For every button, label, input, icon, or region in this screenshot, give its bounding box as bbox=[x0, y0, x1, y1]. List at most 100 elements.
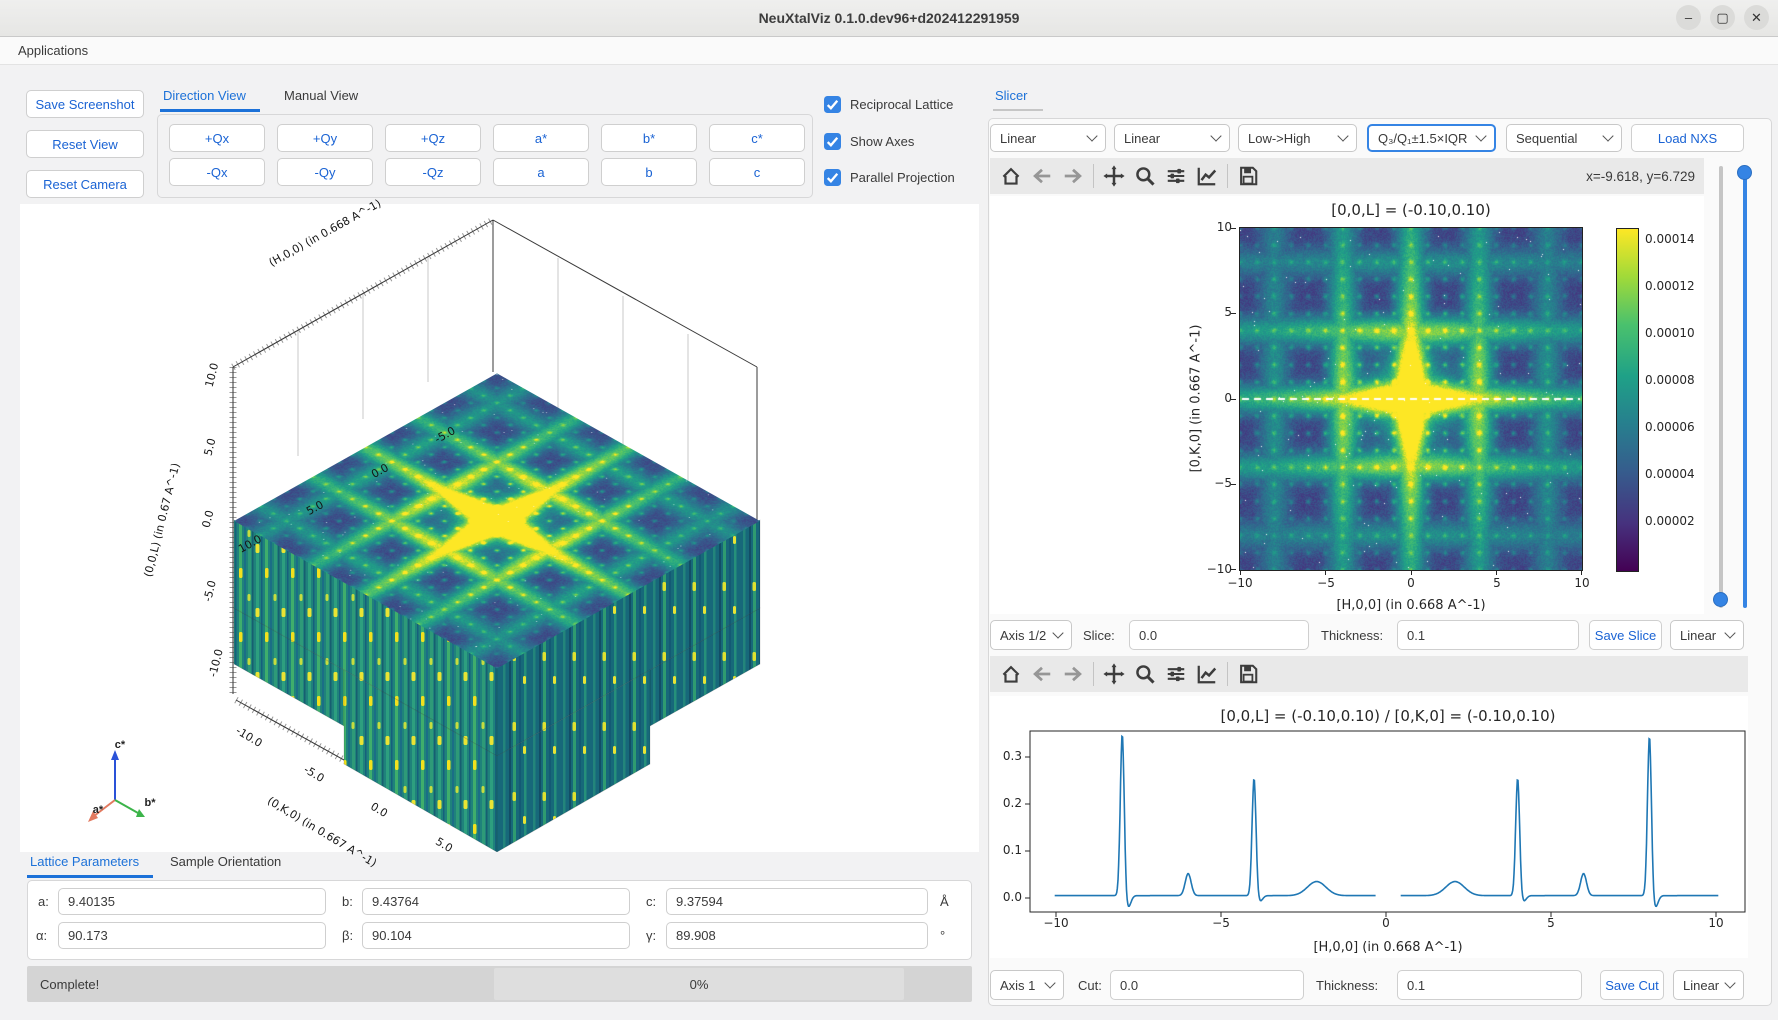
a-button[interactable]: a bbox=[493, 158, 589, 186]
customize-plot-icon[interactable] bbox=[1196, 663, 1218, 685]
cut-scale-dropdown[interactable]: Linear bbox=[1114, 124, 1230, 152]
cut-linear-dropdown[interactable]: Linear bbox=[1673, 970, 1744, 1000]
a-label: a: bbox=[38, 888, 49, 915]
clim-method-dropdown[interactable]: Q₃/Q₁±1.5×IQR bbox=[1367, 124, 1496, 152]
menu-bar bbox=[0, 37, 1778, 65]
c-star-button[interactable]: c* bbox=[709, 124, 805, 152]
b-label: b: bbox=[342, 888, 353, 915]
tab-manual-view[interactable]: Manual View bbox=[284, 88, 358, 103]
c-field[interactable]: 9.37594 bbox=[666, 888, 928, 915]
progress-value: 0% bbox=[494, 968, 904, 1000]
plus-qy-button[interactable]: +Qy bbox=[277, 124, 373, 152]
save-slice-button[interactable]: Save Slice bbox=[1589, 620, 1662, 650]
slice-ytick: 10 bbox=[1194, 220, 1232, 234]
cut-value-input[interactable]: 0.0 bbox=[1110, 970, 1304, 1000]
cut-thickness-input[interactable]: 0.1 bbox=[1397, 970, 1582, 1000]
back-icon[interactable] bbox=[1031, 165, 1053, 187]
color-min-slider-handle[interactable] bbox=[1713, 592, 1728, 607]
alpha-label: α: bbox=[36, 922, 47, 949]
alpha-field[interactable]: 90.173 bbox=[58, 922, 326, 949]
subplot-settings-icon[interactable] bbox=[1165, 663, 1187, 685]
gamma-field[interactable]: 89.908 bbox=[666, 922, 928, 949]
tab-direction-view[interactable]: Direction View bbox=[163, 88, 246, 103]
c-button[interactable]: c bbox=[709, 158, 805, 186]
b-field[interactable]: 9.43764 bbox=[362, 888, 630, 915]
slice-scale-dropdown[interactable]: Linear bbox=[990, 124, 1106, 152]
slice-linear-dropdown[interactable]: Linear bbox=[1670, 620, 1744, 650]
tick bbox=[1231, 569, 1236, 570]
reset-view-button[interactable]: Reset View bbox=[26, 130, 144, 158]
b-button[interactable]: b bbox=[601, 158, 697, 186]
plus-qx-button[interactable]: +Qx bbox=[169, 124, 265, 152]
color-min-slider[interactable] bbox=[1719, 166, 1723, 608]
color-max-slider-handle[interactable] bbox=[1737, 165, 1752, 180]
length-unit-label: Å bbox=[940, 888, 949, 915]
subplot-settings-icon[interactable] bbox=[1165, 165, 1187, 187]
forward-icon[interactable] bbox=[1062, 663, 1084, 685]
cut-xtick: 5 bbox=[1531, 916, 1571, 930]
angle-unit-label: ° bbox=[940, 922, 945, 949]
c-label: c: bbox=[646, 888, 656, 915]
reset-camera-button[interactable]: Reset Camera bbox=[26, 170, 144, 198]
tick bbox=[1581, 570, 1582, 575]
save-screenshot-button[interactable]: Save Screenshot bbox=[26, 90, 144, 118]
cut-axis-dropdown[interactable]: Axis 1 bbox=[990, 970, 1064, 1000]
customize-plot-icon[interactable] bbox=[1196, 165, 1218, 187]
chevron-down-icon bbox=[1602, 130, 1613, 141]
close-button[interactable]: ✕ bbox=[1744, 5, 1769, 30]
colorbar-tick: 0.00006 bbox=[1645, 420, 1695, 434]
chevron-down-icon bbox=[1052, 627, 1063, 638]
pan-icon[interactable] bbox=[1103, 663, 1125, 685]
a-field[interactable]: 9.40135 bbox=[58, 888, 326, 915]
slice-xtick: 5 bbox=[1477, 576, 1517, 590]
viewport-3d[interactable]: 10.0 5.0 0.0 -5.0 (H,0,0) (in 0.668 A^-1… bbox=[20, 204, 979, 852]
load-nxs-button[interactable]: Load NXS bbox=[1631, 124, 1744, 152]
parallel-projection-checkbox[interactable] bbox=[824, 169, 841, 186]
zoom-icon[interactable] bbox=[1134, 663, 1156, 685]
tab-sample-orientation[interactable]: Sample Orientation bbox=[170, 854, 281, 869]
chevron-down-icon bbox=[1475, 130, 1486, 141]
colormap-type-dropdown[interactable]: Sequential bbox=[1506, 124, 1622, 152]
tick bbox=[1231, 228, 1236, 229]
tab-lattice-parameters[interactable]: Lattice Parameters bbox=[30, 854, 139, 869]
maximize-button[interactable]: ▢ bbox=[1710, 5, 1735, 30]
home-icon[interactable] bbox=[1000, 663, 1022, 685]
tick bbox=[1411, 570, 1412, 575]
title-bar[interactable]: NeuXtalViz 0.1.0.dev96+d202412291959 bbox=[0, 0, 1778, 37]
forward-icon[interactable] bbox=[1062, 165, 1084, 187]
tab-slicer[interactable]: Slicer bbox=[995, 88, 1028, 103]
a-star-label: a* bbox=[93, 804, 104, 816]
save-figure-icon[interactable] bbox=[1237, 663, 1259, 685]
color-max-slider[interactable] bbox=[1743, 166, 1747, 608]
tick bbox=[1240, 570, 1241, 575]
menu-applications[interactable]: Applications bbox=[12, 37, 94, 64]
tab-slicer-underline bbox=[993, 109, 1043, 111]
home-icon[interactable] bbox=[1000, 165, 1022, 187]
show-axes-checkbox[interactable] bbox=[824, 133, 841, 150]
reciprocal-lattice-checkbox[interactable] bbox=[824, 96, 841, 113]
minus-qy-button[interactable]: -Qy bbox=[277, 158, 373, 186]
back-icon[interactable] bbox=[1031, 663, 1053, 685]
minimize-button[interactable]: – bbox=[1676, 5, 1701, 30]
minus-qx-button[interactable]: -Qx bbox=[169, 158, 265, 186]
slice-heatmap[interactable] bbox=[1239, 227, 1583, 571]
cut-plot-toolbar bbox=[990, 656, 1748, 692]
slice-axis-dropdown[interactable]: Axis 1/2 bbox=[990, 620, 1072, 650]
slice-thickness-input[interactable]: 0.1 bbox=[1397, 620, 1579, 650]
minus-qz-button[interactable]: -Qz bbox=[385, 158, 481, 186]
sort-order-dropdown[interactable]: Low->High bbox=[1238, 124, 1357, 152]
toolbar-separator bbox=[1093, 662, 1094, 686]
pan-icon[interactable] bbox=[1103, 165, 1125, 187]
b-star-button[interactable]: b* bbox=[601, 124, 697, 152]
chevron-down-icon bbox=[1044, 977, 1055, 988]
tab-lattice-underline bbox=[27, 875, 153, 878]
zoom-icon[interactable] bbox=[1134, 165, 1156, 187]
save-figure-icon[interactable] bbox=[1237, 165, 1259, 187]
a-star-button[interactable]: a* bbox=[493, 124, 589, 152]
chevron-down-icon bbox=[1724, 627, 1735, 638]
beta-field[interactable]: 90.104 bbox=[362, 922, 630, 949]
slice-value-input[interactable]: 0.0 bbox=[1129, 620, 1309, 650]
neuxtalviz-window: NeuXtalViz 0.1.0.dev96+d202412291959 – ▢… bbox=[0, 0, 1778, 1020]
plus-qz-button[interactable]: +Qz bbox=[385, 124, 481, 152]
save-cut-button[interactable]: Save Cut bbox=[1600, 970, 1664, 1000]
